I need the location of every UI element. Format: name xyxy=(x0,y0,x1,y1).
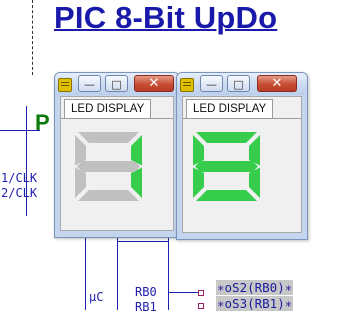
seven-segment-digit xyxy=(75,132,142,201)
tab-led-display[interactable]: LED DISPLAY xyxy=(186,99,274,119)
schematic-wire xyxy=(168,292,198,293)
led-display-window-1[interactable]: — □ ✕ LED DISPLAY xyxy=(54,72,180,238)
maximize-button[interactable]: □ xyxy=(105,75,128,92)
schematic-wire xyxy=(168,232,169,310)
net-tag-os2[interactable]: ∗oS2(RB0)∗ xyxy=(216,280,294,295)
schematic-wire xyxy=(0,130,40,131)
close-button[interactable]: ✕ xyxy=(134,75,174,92)
no-connect-marker xyxy=(198,290,204,296)
tab-led-display[interactable]: LED DISPLAY xyxy=(64,99,152,119)
segment-lower-right xyxy=(131,167,142,198)
led-display-window-2[interactable]: — □ ✕ LED DISPLAY xyxy=(176,72,308,240)
schematic-wire xyxy=(117,241,169,242)
segment-upper-right xyxy=(131,135,142,166)
pin-clk2-label: 2/CLK xyxy=(1,186,38,200)
rb1-pin-label: RB1 xyxy=(135,300,157,314)
schematic-title: PIC 8-Bit UpDo xyxy=(54,0,278,35)
pin-clk1-label: 1/CLK xyxy=(1,171,38,185)
app-menu-icon[interactable] xyxy=(180,78,194,92)
tab-divider xyxy=(61,118,173,119)
uc-label: μC xyxy=(89,290,104,304)
seven-segment-digit xyxy=(193,132,260,201)
maximize-button[interactable]: □ xyxy=(227,75,250,92)
app-menu-icon[interactable] xyxy=(58,78,72,92)
net-tag-os3[interactable]: ∗oS3(RB1)∗ xyxy=(216,296,294,311)
segment-lower-right xyxy=(249,167,260,198)
segment-upper-left xyxy=(75,135,86,166)
rb0-pin-label: RB0 xyxy=(135,285,157,299)
segment-bottom xyxy=(78,190,139,201)
window-client-area: LED DISPLAY xyxy=(60,96,174,231)
schematic-p-label: P xyxy=(35,110,50,135)
sheet-border-dashed-line xyxy=(32,0,33,75)
segment-lower-left xyxy=(193,167,204,198)
window-title-bar[interactable]: — □ ✕ xyxy=(177,73,307,95)
segment-upper-left xyxy=(193,135,204,166)
schematic-wire xyxy=(117,232,118,310)
segment-middle xyxy=(195,161,258,172)
close-button[interactable]: ✕ xyxy=(257,75,297,92)
segment-lower-left xyxy=(75,167,86,198)
segment-bottom xyxy=(196,190,257,201)
tab-divider xyxy=(183,118,301,119)
window-title-bar[interactable]: — □ ✕ xyxy=(55,73,179,95)
window-client-area: LED DISPLAY xyxy=(182,96,302,233)
no-connect-marker xyxy=(198,303,204,309)
segment-top xyxy=(196,132,257,143)
minimize-button[interactable]: — xyxy=(78,75,101,92)
segment-upper-right xyxy=(249,135,260,166)
segment-top xyxy=(78,132,139,143)
minimize-button[interactable]: — xyxy=(200,75,223,92)
segment-middle xyxy=(77,161,140,172)
